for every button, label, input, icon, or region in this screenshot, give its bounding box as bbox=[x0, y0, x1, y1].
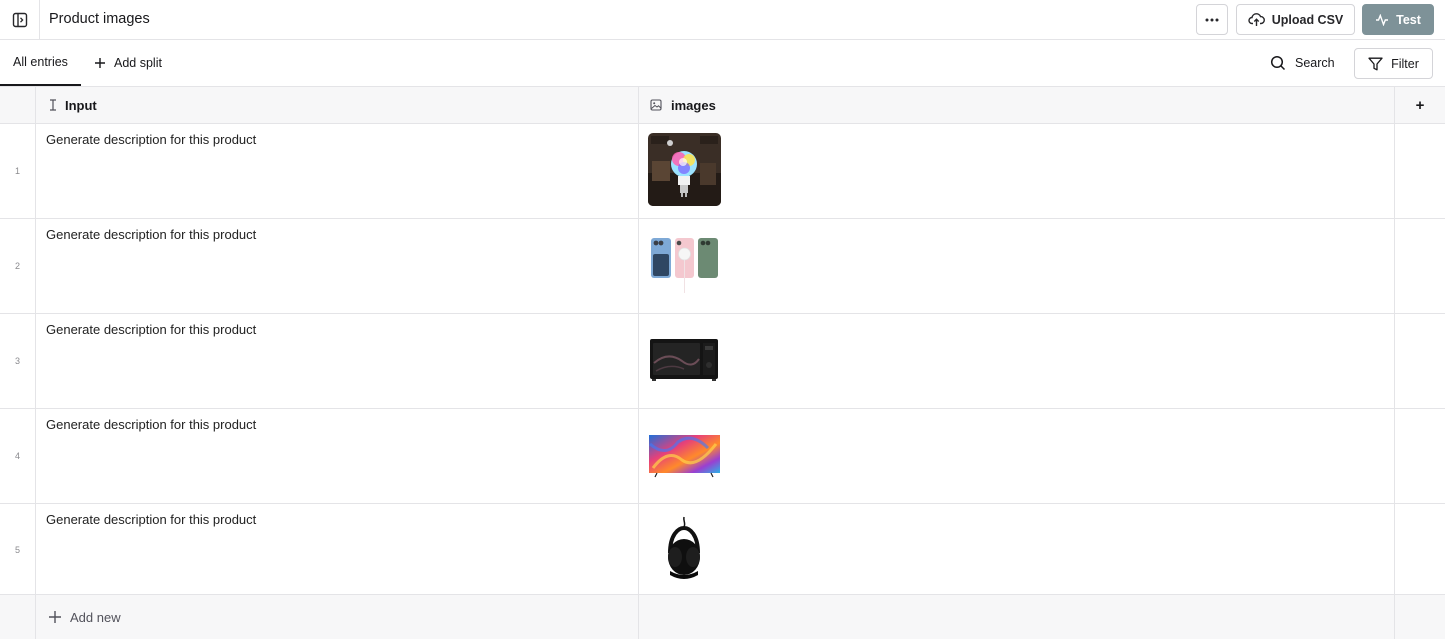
row-index: 2 bbox=[0, 219, 36, 313]
table-row[interactable]: 3 Generate description for this product bbox=[0, 314, 1445, 409]
image-cell[interactable] bbox=[639, 219, 1395, 313]
row-end-cell bbox=[1395, 409, 1445, 503]
table-row[interactable]: 2 Generate description for this product bbox=[0, 219, 1445, 314]
column-header-input[interactable]: Input bbox=[36, 87, 639, 124]
add-column-button[interactable]: + bbox=[1395, 87, 1445, 124]
input-cell[interactable]: Generate description for this product bbox=[36, 504, 639, 595]
input-cell[interactable]: Generate description for this product bbox=[36, 219, 639, 313]
input-cell[interactable]: Generate description for this product bbox=[36, 124, 639, 218]
upload-csv-label: Upload CSV bbox=[1271, 12, 1344, 27]
smart-bulb-image[interactable] bbox=[648, 133, 721, 206]
plus-icon bbox=[49, 611, 61, 623]
input-cell[interactable]: Generate description for this product bbox=[36, 409, 639, 503]
upload-csv-button[interactable]: Upload CSV bbox=[1236, 4, 1355, 35]
microwave-image[interactable] bbox=[648, 323, 721, 396]
row-index: 4 bbox=[0, 409, 36, 503]
footer-images-cell bbox=[639, 595, 1395, 639]
data-grid: Input images + 1 Generate description fo… bbox=[0, 87, 1445, 639]
phones-image[interactable] bbox=[648, 228, 721, 301]
image-cell[interactable] bbox=[639, 504, 1395, 595]
plus-icon bbox=[95, 58, 105, 68]
column-label-images: images bbox=[671, 97, 716, 113]
row-index: 5 bbox=[0, 504, 36, 595]
add-split-button[interactable]: Add split bbox=[94, 40, 162, 86]
row-index: 3 bbox=[0, 314, 36, 408]
input-cell[interactable]: Generate description for this product bbox=[36, 314, 639, 408]
top-bar: Product images Upload CSV Test bbox=[0, 0, 1445, 40]
row-end-cell bbox=[1395, 219, 1445, 313]
table-row[interactable]: 4 Generate description for this product bbox=[0, 409, 1445, 504]
table-row[interactable]: 5 Generate description for this product bbox=[0, 504, 1445, 595]
search-label: Search bbox=[1295, 56, 1335, 70]
activity-icon bbox=[1376, 13, 1389, 26]
search-button[interactable]: Search bbox=[1266, 48, 1339, 78]
more-options-button[interactable] bbox=[1196, 4, 1228, 35]
sidebar-toggle-button[interactable] bbox=[0, 0, 40, 39]
tab-all-entries[interactable]: All entries bbox=[0, 40, 81, 86]
footer-index-cell bbox=[0, 595, 36, 639]
table-row[interactable]: 1 Generate description for this product bbox=[0, 124, 1445, 219]
headphones-image[interactable] bbox=[648, 513, 721, 586]
image-icon bbox=[650, 99, 662, 111]
filter-button[interactable]: Filter bbox=[1354, 48, 1433, 79]
image-cell[interactable] bbox=[639, 314, 1395, 408]
add-new-button[interactable]: Add new bbox=[36, 595, 639, 639]
image-cell[interactable] bbox=[639, 124, 1395, 218]
row-index: 1 bbox=[0, 124, 36, 218]
cloud-upload-icon bbox=[1248, 13, 1265, 26]
add-split-label: Add split bbox=[114, 56, 162, 70]
text-cursor-icon bbox=[50, 99, 56, 111]
row-end-cell bbox=[1395, 504, 1445, 595]
image-cell[interactable] bbox=[639, 409, 1395, 503]
tab-bar: All entries Add split Search Filter bbox=[0, 40, 1445, 87]
add-new-label: Add new bbox=[70, 609, 121, 625]
index-column-header bbox=[0, 87, 36, 124]
column-label-input: Input bbox=[65, 97, 97, 113]
filter-label: Filter bbox=[1391, 56, 1419, 71]
test-label: Test bbox=[1396, 12, 1421, 27]
row-end-cell bbox=[1395, 314, 1445, 408]
sidebar-toggle-icon bbox=[12, 12, 27, 27]
filter-icon bbox=[1368, 57, 1383, 70]
test-button[interactable]: Test bbox=[1362, 4, 1434, 35]
row-end-cell bbox=[1395, 124, 1445, 218]
page-title: Product images bbox=[49, 11, 150, 27]
column-header-images[interactable]: images bbox=[639, 87, 1395, 124]
add-new-row: Add new bbox=[0, 595, 1445, 639]
search-icon bbox=[1270, 55, 1286, 71]
tv-image[interactable] bbox=[648, 418, 721, 491]
more-horizontal-icon bbox=[1205, 18, 1219, 21]
